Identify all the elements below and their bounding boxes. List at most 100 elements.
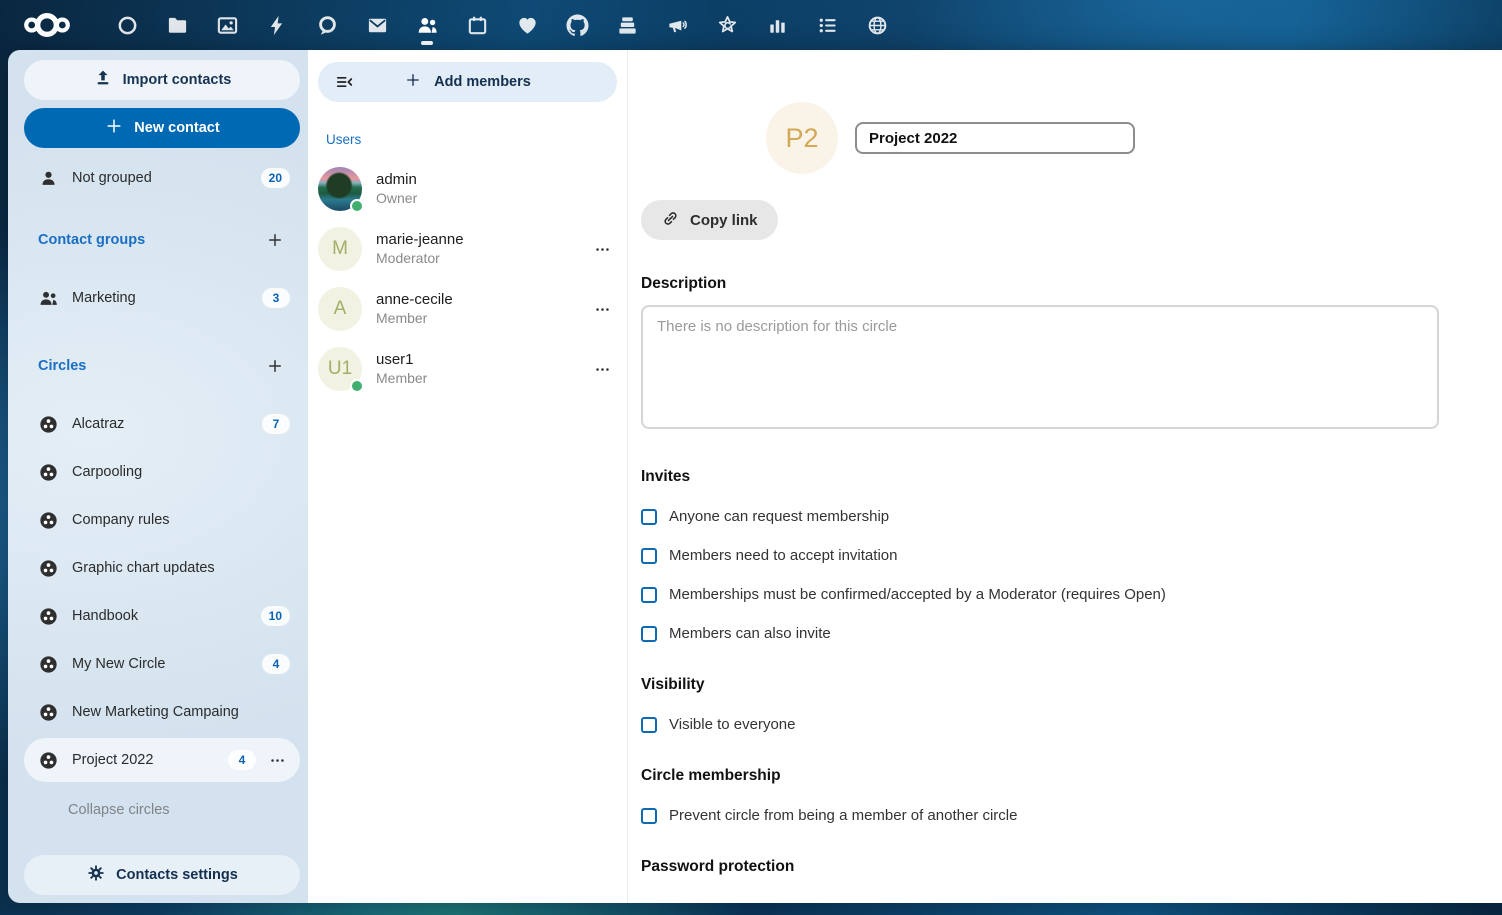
topbar-app-mail-icon[interactable] [352, 0, 402, 50]
gear-icon [86, 863, 106, 887]
circles-icon [36, 748, 60, 772]
member-menu-button[interactable] [589, 356, 615, 382]
add-members-button[interactable]: Add members [318, 62, 617, 102]
contacts-settings-label: Contacts settings [116, 867, 238, 883]
add-circles-button[interactable] [260, 351, 290, 381]
checkbox-anyone-can-request-membership[interactable]: Anyone can request membership [641, 508, 1439, 525]
topbar-app-tasks-icon[interactable] [802, 0, 852, 50]
sidebar-item-alcatraz[interactable]: Alcatraz 7 [24, 402, 300, 446]
topbar-app-heart-icon[interactable] [502, 0, 552, 50]
circles-icon [36, 460, 60, 484]
sidebar-item-marketing[interactable]: Marketing 3 [24, 276, 300, 320]
sidebar-item-handbook[interactable]: Handbook 10 [24, 594, 300, 638]
topbar-app-icons [102, 0, 902, 50]
item-label: My New Circle [72, 656, 262, 672]
member-row-user1[interactable]: U1 user1 Member [318, 339, 617, 399]
members-list: admin Owner M marie-jeanne Moderator A [318, 159, 617, 399]
copy-link-button[interactable]: Copy link [641, 200, 778, 240]
sidebar-item-carpooling[interactable]: Carpooling [24, 450, 300, 494]
item-label: Carpooling [72, 464, 290, 480]
members-panel: Add members Users admin Owner M marie-je… [308, 50, 628, 903]
topbar-app-dashboard-icon[interactable] [102, 0, 152, 50]
checkbox-members-need-to-accept-invitation[interactable]: Members need to accept invitation [641, 547, 1439, 564]
new-contact-button[interactable]: New contact [24, 108, 300, 148]
topbar-app-talk-icon[interactable] [302, 0, 352, 50]
member-menu-button[interactable] [589, 296, 615, 322]
nextcloud-logo-icon[interactable] [14, 0, 80, 50]
member-name: user1 [376, 351, 581, 370]
member-role: Member [376, 370, 581, 388]
section-items-contact-groups: Marketing 3 [8, 276, 308, 320]
member-role: Member [376, 310, 581, 328]
count-badge: 10 [261, 606, 290, 626]
item-label: New Marketing Campaing [72, 704, 290, 720]
topbar-app-github-icon[interactable] [552, 0, 602, 50]
checkbox-box[interactable] [641, 717, 657, 733]
add-contact-groups-button[interactable] [260, 225, 290, 255]
checkbox-box[interactable] [641, 509, 657, 525]
section-title-contact-groups: Contact groups [38, 232, 260, 248]
item-label: Company rules [72, 512, 290, 528]
sidebar-item-project-2022[interactable]: Project 2022 4 [24, 738, 300, 782]
member-row-anne-cecile[interactable]: A anne-cecile Member [318, 279, 617, 339]
circles-icon [36, 508, 60, 532]
topbar-app-announcements-icon[interactable] [652, 0, 702, 50]
circle-header: P2 [641, 102, 1439, 174]
checkbox-label: Visible to everyone [669, 716, 795, 733]
checkbox-members-can-also-invite[interactable]: Members can also invite [641, 625, 1439, 642]
new-contact-label: New contact [134, 120, 219, 136]
circle-name-input[interactable] [855, 122, 1135, 154]
checkbox-box[interactable] [641, 626, 657, 642]
checkbox-prevent-circle-from-being-a-member-of-another-circle[interactable]: Prevent circle from being a member of an… [641, 807, 1439, 824]
sidebar-sections: Contact groups Marketing 3 Circles Alcat… [8, 200, 308, 786]
online-status-dot [350, 199, 364, 213]
import-contacts-button[interactable]: Import contacts [24, 60, 300, 100]
members-group-label: Users [326, 132, 617, 147]
checkbox-visible-to-everyone[interactable]: Visible to everyone [641, 716, 1439, 733]
topbar-app-contacts-icon[interactable] [402, 0, 452, 50]
topbar-app-activity-icon[interactable] [252, 0, 302, 50]
import-contacts-label: Import contacts [123, 72, 232, 88]
circles-icon [36, 556, 60, 580]
topbar-app-archive-icon[interactable] [602, 0, 652, 50]
sidebar-item-new-marketing-campaing[interactable]: New Marketing Campaing [24, 690, 300, 734]
avatar: U1 [318, 347, 362, 391]
circles-icon [36, 700, 60, 724]
link-icon [661, 209, 680, 232]
checkbox-box[interactable] [641, 587, 657, 603]
checkbox-box[interactable] [641, 808, 657, 824]
topbar-app-analytics-icon[interactable] [752, 0, 802, 50]
item-label: Handbook [72, 608, 261, 624]
contacts-settings-button[interactable]: Contacts settings [24, 855, 300, 895]
count-badge: 4 [262, 654, 290, 674]
item-label: Project 2022 [72, 752, 228, 768]
sidebar-item-graphic-chart-updates[interactable]: Graphic chart updates [24, 546, 300, 590]
collapse-members-list-icon[interactable] [332, 70, 356, 94]
topbar-app-calendar-icon[interactable] [452, 0, 502, 50]
description-heading: Description [641, 275, 1439, 293]
avatar: M [318, 227, 362, 271]
topbar-app-star-icon[interactable] [702, 0, 752, 50]
collapse-circles-link[interactable]: Collapse circles [24, 792, 292, 828]
circles-icon [36, 412, 60, 436]
member-row-admin[interactable]: admin Owner [318, 159, 617, 219]
checkbox-box[interactable] [641, 548, 657, 564]
item-label: Marketing [72, 290, 262, 306]
member-role: Moderator [376, 250, 581, 268]
topbar-app-files-icon[interactable] [152, 0, 202, 50]
sidebar-item-my-new-circle[interactable]: My New Circle 4 [24, 642, 300, 686]
circles-icon [36, 604, 60, 628]
checkbox-memberships-must-be-confirmed-accepted-by-a-moderator-requires-open[interactable]: Memberships must be confirmed/accepted b… [641, 586, 1439, 603]
description-textarea[interactable] [641, 305, 1439, 429]
member-row-marie-jeanne[interactable]: M marie-jeanne Moderator [318, 219, 617, 279]
topbar-app-globe-icon[interactable] [852, 0, 902, 50]
sidebar-item-not-grouped[interactable]: Not grouped 20 [24, 156, 300, 200]
item-menu-button[interactable] [264, 747, 290, 773]
upload-icon [93, 68, 113, 92]
sidebar-item-company-rules[interactable]: Company rules [24, 498, 300, 542]
topbar-app-photos-icon[interactable] [202, 0, 252, 50]
person-icon [36, 166, 60, 190]
member-menu-button[interactable] [589, 236, 615, 262]
member-role: Owner [376, 190, 615, 208]
section-heading-circle-membership: Circle membership [641, 767, 1439, 785]
